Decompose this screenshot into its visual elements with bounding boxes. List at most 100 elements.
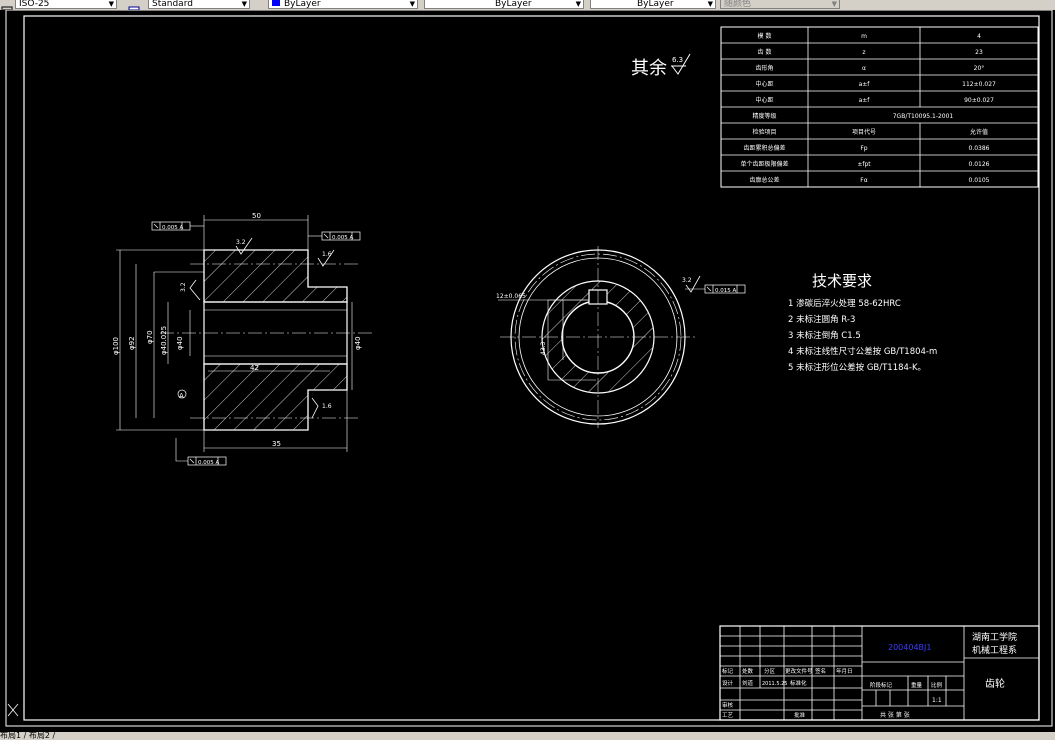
tech-item-4: 4 未标注线性尺寸公差按 GB/T1804-m xyxy=(788,346,937,357)
roughness-a: 3.2 xyxy=(236,239,246,246)
designer-name: 刘道 xyxy=(742,679,754,687)
scale-value: 1:1 xyxy=(932,697,942,704)
param-cell: 齿距累积总偏差 xyxy=(743,144,785,152)
approve-label: 批准 xyxy=(794,711,806,719)
tolerance-frame-right-top: 0.005 A xyxy=(308,231,361,241)
rev-header-mark: 标记 xyxy=(722,667,734,675)
chevron-down-icon: ▼ xyxy=(409,0,415,8)
technical-requirements: 技术要求 1 渗碳后淬火处理 58-62HRC 2 未标注圆角 R-3 3 未标… xyxy=(788,272,937,373)
tech-item-3: 3 未标注倒角 C1.5 xyxy=(788,330,861,341)
review-label: 审核 xyxy=(722,701,734,709)
param-cell: 20° xyxy=(974,65,985,72)
drawing-number: 200404BJ1 xyxy=(888,643,931,652)
dim-width-top: 50 xyxy=(252,212,261,220)
dim-dia-hub: φ70 xyxy=(146,330,154,344)
drawing-canvas[interactable]: 模 数 m 4 齿 数 z 23 齿形角 α 20° 中心距 a±f 112±0.027 中心距 a±f 9… xyxy=(0,9,1055,732)
ucs-icon xyxy=(7,703,19,717)
tolerance-right-top-text: 0.005 A xyxy=(332,235,353,241)
lineweight-combo-value: ByLayer xyxy=(637,0,674,9)
param-cell: ±fpt xyxy=(857,161,871,168)
dim-length-mid: 42 xyxy=(250,364,259,372)
param-cell: 允许值 xyxy=(970,128,988,136)
rev-header-doc: 更改文件号 xyxy=(785,667,813,675)
param-cell: 齿形角 xyxy=(755,64,773,72)
plot-style-combo-value: 随颜色 xyxy=(724,0,752,9)
tech-item-2: 2 未标注圆角 R-3 xyxy=(788,314,855,325)
chevron-down-icon: ▼ xyxy=(575,0,581,8)
linetype-combo[interactable]: ByLayer ▼ xyxy=(424,0,584,9)
param-cell: 0.0386 xyxy=(969,145,990,152)
roughness-symbol-icon xyxy=(311,397,319,419)
param-cell: 0.0126 xyxy=(969,161,990,168)
param-cell: 中心距 xyxy=(755,80,773,88)
linetype-combo-value: ByLayer xyxy=(495,0,532,9)
dim-dia-bore: φ40.025 xyxy=(160,326,168,355)
sheets-label: 共 张 第 张 xyxy=(880,711,910,719)
school-line-1: 湖南工学院 xyxy=(972,631,1017,643)
dim-bore-right: φ40 xyxy=(354,336,362,350)
tolerance-frame-left-bottom: 0.005 A xyxy=(175,438,227,466)
param-cell: Fα xyxy=(860,177,867,184)
param-cell: 23 xyxy=(975,49,983,56)
bylayer-color-swatch xyxy=(272,0,280,6)
roughness-d: 1.6 xyxy=(322,403,332,410)
table-style-value: Standard xyxy=(152,0,193,9)
end-view: 43.3 12±0.065 3.2 0.015 A xyxy=(496,246,746,428)
param-cell: 4 xyxy=(977,33,981,40)
section-view: 50 35 φ100 φ92 φ70 φ40.025 φ40 φ40 42 A … xyxy=(112,212,372,466)
param-cell: 112±0.027 xyxy=(962,81,996,88)
gear-parameter-table: 模 数 m 4 齿 数 z 23 齿形角 α 20° 中心距 a±f 112±0.027 中心距 a±f 9… xyxy=(720,26,1039,188)
chevron-down-icon: ▼ xyxy=(707,0,713,8)
param-cell: m xyxy=(861,33,867,40)
tolerance-frame-left-top: 0.005 A xyxy=(151,221,204,231)
layout-tabs[interactable]: 布局1 / 布局2 / xyxy=(0,732,1055,740)
dim-width-bottom: 35 xyxy=(272,440,281,448)
rev-header-zone: 分区 xyxy=(764,667,776,675)
param-cell: Fp xyxy=(860,145,867,152)
table-style-combo[interactable]: Standard ▼ xyxy=(148,0,250,9)
lineweight-combo[interactable]: ByLayer ▼ xyxy=(590,0,716,9)
ratio-label: 比例 xyxy=(931,681,943,689)
roughness-b: 1.6 xyxy=(322,251,332,258)
param-cell: 中心距 xyxy=(755,96,773,104)
tech-item-5: 5 未标注形位公差按 GB/T1184-K。 xyxy=(788,362,926,373)
std-label: 标准化 xyxy=(790,679,807,687)
roughness-e: 3.2 xyxy=(682,277,692,284)
table-style-icon[interactable] xyxy=(128,0,140,10)
param-cell: a±f xyxy=(859,81,871,88)
stage-label: 阶段标记 xyxy=(870,681,893,689)
school-line-2: 机械工程系 xyxy=(972,644,1017,656)
rev-header-date: 年月日 xyxy=(836,667,853,675)
param-cell: a±f xyxy=(859,97,871,104)
layout-tabs-text[interactable]: 布局1 / 布局2 / xyxy=(0,732,55,740)
dim-keyway-width: 12±0.065 xyxy=(496,293,526,300)
designer-label: 设计 xyxy=(722,679,734,687)
tolerance-left-top-text: 0.005 A xyxy=(162,225,183,231)
roughness-c: 3.2 xyxy=(180,282,187,292)
param-cell: 0.0105 xyxy=(969,177,990,184)
param-cell: 齿廓总公差 xyxy=(749,176,779,184)
color-combo[interactable]: ByLayer ▼ xyxy=(268,0,418,9)
cad-drawing[interactable]: 模 数 m 4 齿 数 z 23 齿形角 α 20° 中心距 a±f 112±0.027 中心距 a±f 9… xyxy=(0,9,1055,732)
param-cell: 齿 数 xyxy=(758,48,772,56)
tolerance-left-bottom-text: 0.005 A xyxy=(198,460,219,466)
plot-style-combo[interactable]: 随颜色 ▼ xyxy=(720,0,840,9)
rev-header-sign: 签名 xyxy=(815,667,826,675)
param-cell: 项目代号 xyxy=(852,128,876,136)
weight-label: 重量 xyxy=(911,681,923,689)
dim-dia-mid: φ92 xyxy=(128,336,136,350)
chevron-down-icon: ▼ xyxy=(241,0,247,8)
param-cell: 精度等级 xyxy=(752,112,776,120)
dimension-style-combo[interactable]: ISO-25 ▼ xyxy=(15,0,117,9)
design-date: 2011.5.25 xyxy=(762,681,787,687)
param-cell: z xyxy=(862,49,865,56)
param-cell: 检验项目 xyxy=(752,128,776,136)
dimension-style-icon[interactable] xyxy=(1,0,13,10)
tolerance-keyway-text: 0.015 A xyxy=(715,288,736,294)
dim-dia-inner: φ40 xyxy=(176,336,184,350)
surface-note-text: 其余 xyxy=(631,58,667,79)
tech-title: 技术要求 xyxy=(812,272,872,290)
surface-note-value: 6.3 xyxy=(672,56,683,64)
param-cell: α xyxy=(862,65,866,72)
tech-item-1: 1 渗碳后淬火处理 58-62HRC xyxy=(788,298,901,309)
